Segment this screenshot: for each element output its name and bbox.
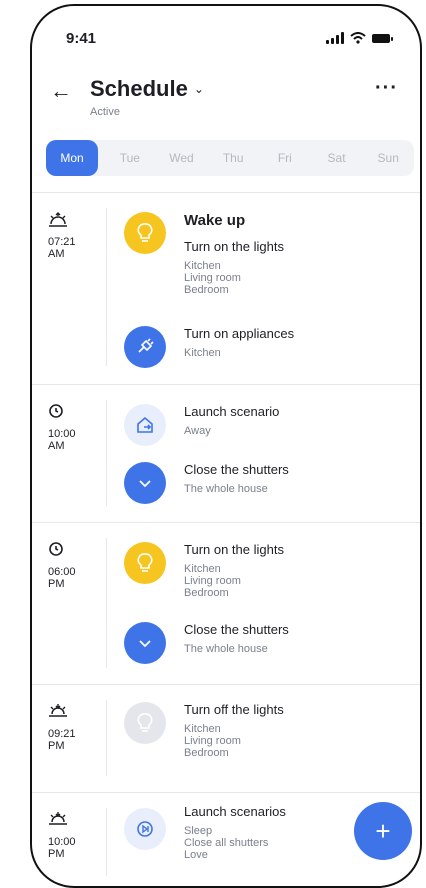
entry-rooms: The whole house [184, 643, 404, 655]
room-label: Kitchen [184, 347, 221, 359]
clock-icon [48, 538, 108, 560]
room-label: Kitchen [184, 260, 221, 272]
chevron-down-icon[interactable] [124, 622, 166, 664]
battery-icon [372, 33, 393, 43]
time-block: 07:21 AM [48, 208, 108, 260]
chevron-down-icon[interactable] [124, 462, 166, 504]
divider [32, 522, 420, 523]
entry-action: Launch scenario [184, 404, 280, 419]
time-label: 10:00 PM [48, 836, 76, 860]
room-label: Bedroom [184, 284, 229, 296]
time-label: 06:00 PM [48, 566, 76, 590]
time-block: 10:00 PM [48, 808, 108, 860]
entry-title: Wake up [184, 212, 246, 229]
room-label: Living room [184, 575, 241, 587]
schedule-entry[interactable]: Turn on appliances Kitchen [184, 326, 404, 359]
tab-sun[interactable]: Sun [362, 140, 414, 176]
room-label: Living room [184, 272, 241, 284]
schedule-entry[interactable]: Close the shutters The whole house [184, 462, 404, 495]
tab-tue[interactable]: Tue [104, 140, 156, 176]
tab-mon[interactable]: Mon [46, 140, 98, 176]
room-label: Kitchen [184, 563, 221, 575]
leave-home-icon[interactable] [124, 404, 166, 446]
title-dropdown[interactable]: Schedule ⌄ Active [90, 76, 204, 118]
divider [32, 684, 420, 685]
phone-frame: 9:41 ← Schedule ⌄ Active ··· Mon Tue Wed Thu… [30, 4, 422, 888]
wifi-icon [350, 32, 366, 44]
add-button[interactable]: + [354, 802, 412, 860]
entry-action: Close the shutters [184, 462, 289, 477]
signal-icon [326, 32, 344, 44]
entry-action: Close the shutters [184, 622, 289, 637]
entry-rooms: Away [184, 425, 404, 437]
room-label: Kitchen [184, 723, 221, 735]
tab-wed[interactable]: Wed [156, 140, 208, 176]
sunset-icon [48, 700, 108, 722]
bulb-icon[interactable] [124, 212, 166, 254]
timeline-line [106, 538, 107, 668]
timeline-line [106, 808, 107, 876]
status-time: 9:41 [66, 30, 97, 47]
entry-rooms: Kitchen Living room Bedroom [184, 563, 404, 599]
tab-fri[interactable]: Fri [259, 140, 311, 176]
time-block: 06:00 PM [48, 538, 108, 590]
time-block: 10:00 AM [48, 400, 108, 452]
play-scenario-icon[interactable] [124, 808, 166, 850]
time-label: 10:00 AM [48, 428, 76, 452]
entry-action: Turn on the lights [184, 542, 284, 557]
entry-action: Turn on the lights [184, 239, 284, 254]
room-label: Living room [184, 735, 241, 747]
day-selector: Mon Tue Wed Thu Fri Sat Sun [46, 140, 414, 176]
schedule-entry[interactable]: Wake up Turn on the lights Kitchen Living r… [184, 212, 404, 296]
entry-rooms: Kitchen Living room Bedroom [184, 260, 404, 296]
tab-thu[interactable]: Thu [207, 140, 259, 176]
divider [32, 384, 420, 385]
time-label: 09:21 PM [48, 728, 76, 752]
divider [32, 192, 420, 193]
schedule-entry[interactable]: Turn on the lights Kitchen Living room Bedr… [184, 542, 404, 599]
time-label: 07:21 AM [48, 236, 76, 260]
timeline-line [106, 700, 107, 776]
more-icon[interactable]: ··· [375, 78, 398, 98]
room-label: Away [184, 425, 211, 437]
page-subtitle: Active [90, 106, 120, 118]
back-arrow-icon[interactable]: ← [50, 80, 72, 102]
page-title: Schedule [90, 76, 188, 101]
entry-rooms: Kitchen [184, 347, 404, 359]
chevron-down-icon: ⌄ [193, 82, 204, 96]
plug-icon[interactable] [124, 326, 166, 368]
entry-rooms: Kitchen Living room Bedroom [184, 723, 404, 759]
timeline-line [106, 400, 107, 506]
room-label: Bedroom [184, 587, 229, 599]
schedule-entry[interactable]: Close the shutters The whole house [184, 622, 404, 655]
header: ← Schedule ⌄ Active ··· [32, 72, 420, 132]
entry-rooms: The whole house [184, 483, 404, 495]
schedule-entry[interactable]: Turn off the lights Kitchen Living room Bed… [184, 702, 404, 759]
divider [32, 792, 420, 793]
status-bar: 9:41 [32, 6, 420, 66]
room-label: The whole house [184, 483, 268, 495]
sunset-icon [48, 808, 108, 830]
clock-icon [48, 400, 108, 422]
timeline-line [106, 208, 107, 366]
time-block: 09:21 PM [48, 700, 108, 752]
entry-action: Turn off the lights [184, 702, 284, 717]
schedule-entry[interactable]: Launch scenario Away [184, 404, 404, 437]
sunrise-icon [48, 208, 108, 230]
tab-sat[interactable]: Sat [311, 140, 363, 176]
room-label: The whole house [184, 643, 268, 655]
room-label: Bedroom [184, 747, 229, 759]
entry-action: Turn on appliances [184, 326, 295, 341]
bulb-off-icon[interactable] [124, 702, 166, 744]
bulb-icon[interactable] [124, 542, 166, 584]
